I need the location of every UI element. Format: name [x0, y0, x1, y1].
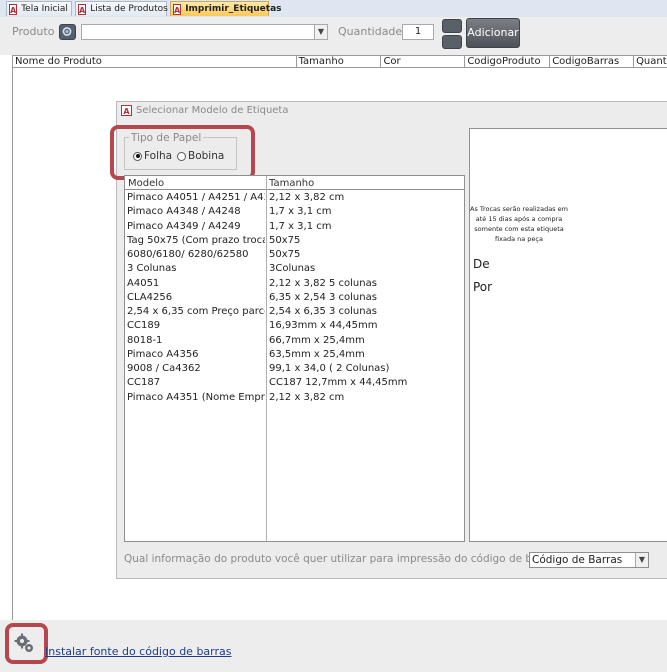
search-icon — [62, 27, 72, 36]
dialog-title: A Selecionar Modelo de Etiqueta — [121, 105, 289, 116]
model-row-size[interactable]: 2,54 x 6,35 3 colunas — [269, 305, 464, 319]
tab-label: Lista de Produtos — [90, 4, 168, 14]
barcode-source-select[interactable]: Código de Barras ▼ — [529, 552, 649, 568]
produto-label: Produto — [12, 25, 55, 38]
model-row-name[interactable]: Pimaco A4351 (Nome Empresa) — [127, 391, 265, 405]
list-header-divider — [125, 189, 464, 190]
tab-label: Tela Inicial — [21, 4, 68, 14]
quantity-stepper — [442, 19, 462, 49]
model-row-name[interactable]: 9008 / Ca4362 — [127, 362, 265, 376]
preview-de-label: De — [473, 257, 490, 271]
model-row-name[interactable]: 8018-1 — [127, 334, 265, 348]
model-row-name[interactable]: 3 Colunas — [127, 262, 265, 276]
column-header-quantidade[interactable]: Quant — [634, 56, 667, 67]
model-row-name[interactable]: Pimaco A4348 / A4248 — [127, 205, 265, 219]
tab-label: Imprimir_Etiquetas — [185, 4, 282, 14]
model-row-size[interactable]: 2,12 x 3,82 cm — [269, 391, 464, 405]
model-row-size[interactable]: 50x75 — [269, 248, 464, 262]
model-row-name[interactable]: Tag 50x75 (Com prazo troca) — [127, 234, 265, 248]
model-row-size[interactable]: 3Colunas — [269, 262, 464, 276]
label-preview — [469, 128, 667, 542]
barcode-question: Qual informação do produto você quer uti… — [124, 553, 568, 565]
tab-lista-de-produtos[interactable]: A Lista de Produtos — [75, 1, 168, 16]
column-header-cor[interactable]: Cor — [381, 56, 466, 67]
list-header-modelo: Modelo — [128, 178, 165, 189]
model-row-name[interactable]: 2,54 x 6,35 com Preço parcelado — [127, 305, 265, 319]
model-row-name[interactable]: Pimaco A4356 — [127, 348, 265, 362]
stepper-down-button[interactable] — [442, 35, 462, 49]
chevron-down-icon[interactable]: ▼ — [314, 25, 327, 39]
access-form-icon: A — [173, 3, 182, 15]
model-row-name[interactable]: CLA4256 — [127, 291, 265, 305]
preview-exchange-note: As Trocas serão realizadas em até 15 dia… — [470, 205, 568, 243]
model-row-name[interactable]: A4051 — [127, 277, 265, 291]
access-form-icon: A — [78, 3, 87, 15]
install-barcode-font-link[interactable]: Instalar fonte do código de barras — [45, 645, 232, 658]
product-grid-header: Nome do Produto Tamanho Cor CodigoProdut… — [12, 55, 667, 68]
produto-combobox[interactable]: ▼ — [81, 24, 328, 40]
gear-icon[interactable] — [13, 632, 35, 654]
tab-tela-inicial[interactable]: A Tela Inicial — [6, 1, 72, 16]
list-column-divider — [266, 176, 267, 541]
dialog-title-text: Selecionar Modelo de Etiqueta — [136, 105, 289, 116]
model-row-size[interactable]: 1,7 x 3,1 cm — [269, 220, 464, 234]
list-header-tamanho: Tamanho — [269, 178, 315, 189]
add-button[interactable]: Adicionar — [466, 18, 520, 48]
model-row-size[interactable]: 99,1 x 34,0 ( 2 Colunas) — [269, 362, 464, 376]
paper-type-highlight — [110, 125, 255, 180]
model-row-name[interactable]: 6080/6180/ 6280/62580 — [127, 248, 265, 262]
model-row-name[interactable]: CC187 — [127, 376, 265, 390]
model-row-name[interactable]: Pimaco A4349 / A4249 — [127, 220, 265, 234]
search-button[interactable] — [59, 24, 76, 40]
model-row-size[interactable]: CC187 12,7mm x 44,45mm — [269, 376, 464, 390]
barcode-select-value: Código de Barras — [532, 554, 623, 566]
quantity-input[interactable]: 1 — [402, 24, 434, 40]
model-row-size[interactable]: 16,93mm x 44,45mm — [269, 319, 464, 333]
quantidade-label: Quantidade — [338, 25, 403, 38]
access-form-icon: A — [121, 105, 132, 116]
model-row-size[interactable]: 1,7 x 3,1 cm — [269, 205, 464, 219]
column-header-tamanho[interactable]: Tamanho — [297, 56, 382, 67]
model-row-size[interactable]: 50x75 — [269, 234, 464, 248]
model-row-size[interactable]: 6,35 x 2,54 3 colunas — [269, 291, 464, 305]
stepper-up-button[interactable] — [442, 19, 462, 33]
column-header-nome[interactable]: Nome do Produto — [13, 56, 297, 67]
preview-por-label: Por — [473, 280, 493, 294]
model-row-size[interactable]: 2,12 x 3,82 cm — [269, 191, 464, 205]
model-row-name[interactable]: CC189 — [127, 319, 265, 333]
chevron-down-icon[interactable]: ▼ — [635, 553, 648, 567]
model-row-name[interactable]: Pimaco A4051 / A4251 / A4351 — [127, 191, 265, 205]
column-header-codigo-barras[interactable]: CodigoBarras — [550, 56, 635, 67]
document-tab-strip: A Tela Inicial A Lista de Produtos A Imp… — [0, 0, 667, 18]
model-row-size[interactable]: 2,12 x 3,82 5 colunas — [269, 277, 464, 291]
tab-imprimir-etiquetas[interactable]: A Imprimir_Etiquetas — [170, 1, 282, 16]
model-row-size[interactable]: 66,7mm x 25,4mm — [269, 334, 464, 348]
model-row-size[interactable]: 63,5mm x 25,4mm — [269, 348, 464, 362]
column-header-codigo-produto[interactable]: CodigoProduto — [465, 56, 551, 67]
access-form-icon: A — [9, 3, 18, 15]
